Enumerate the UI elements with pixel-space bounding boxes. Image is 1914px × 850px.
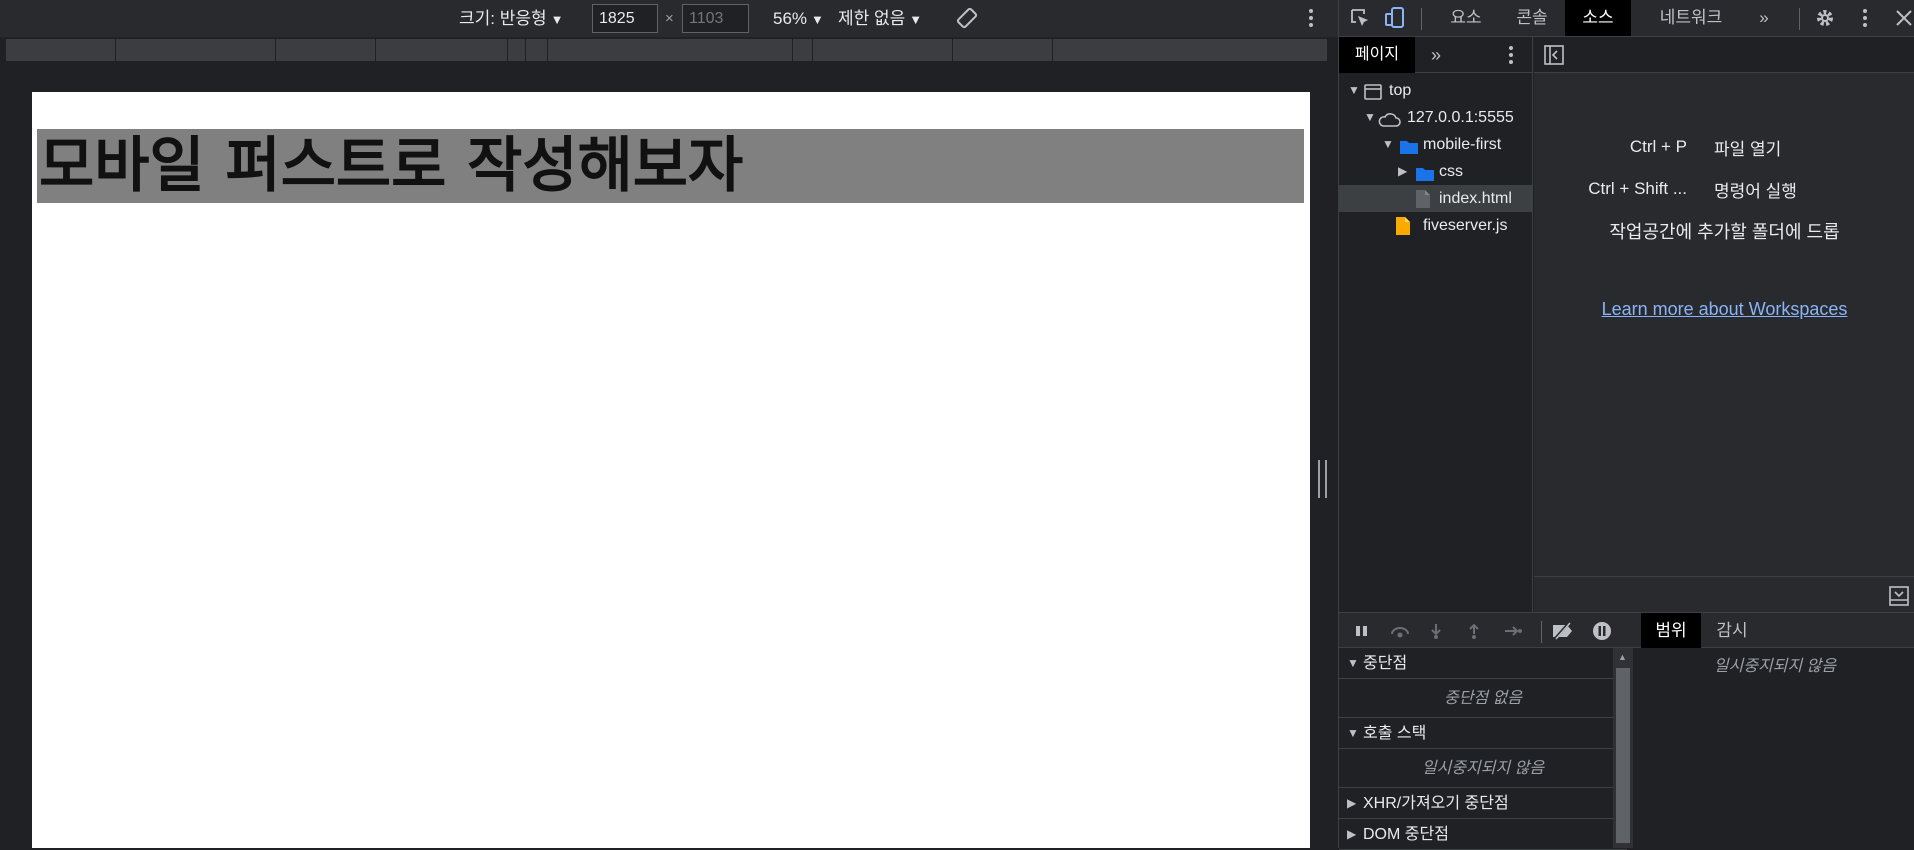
tab-sources[interactable]: 소스 <box>1565 0 1631 36</box>
section-title: 호출 스택 <box>1363 725 1427 742</box>
device-toolbar-more-icon[interactable] <box>1307 6 1315 30</box>
scroll-up-icon[interactable]: ▲ <box>1618 652 1627 662</box>
device-toolbar: 크기: 반응형▼ × 56%▼ 제한 없음▼ <box>0 0 1338 37</box>
media-query-ruler[interactable] <box>6 39 1328 61</box>
zoom-label: 56% <box>773 9 808 28</box>
tab-page[interactable]: 페이지 <box>1339 37 1415 73</box>
navigator-menu-icon[interactable] <box>1507 43 1515 67</box>
scope-pane: 일시중지되지 않음 <box>1635 648 1914 848</box>
navigator-header: 페이지 » <box>1339 37 1533 73</box>
tab-network[interactable]: 네트워크 <box>1635 0 1747 36</box>
tree-item-label: fiveserver.js <box>1423 217 1508 234</box>
expanded-triangle-icon: ▼ <box>1364 110 1376 124</box>
tree-item-mobile-first[interactable]: ▼ mobile-first <box>1339 131 1533 158</box>
debugger-sections: ▼ 중단점 중단점 없음 ▼ 호출 스택 일시중지되지 않음 ▶ XHR/가져오… <box>1339 648 1627 850</box>
collapsed-triangle-icon: ▶ <box>1347 827 1357 841</box>
editor-tabbar <box>1534 37 1914 73</box>
section-call-stack-header[interactable]: ▼ 호출 스택 <box>1339 718 1627 749</box>
collapsed-triangle-icon: ▶ <box>1347 796 1357 810</box>
tab-console[interactable]: 콘솔 <box>1499 0 1565 36</box>
workspace-drop-hint: 작업공간에 추가할 폴더에 드롭 <box>1609 222 1840 242</box>
expanded-triangle-icon: ▼ <box>1348 83 1360 97</box>
viewport-height-input[interactable] <box>682 4 749 33</box>
device-size-label: 크기: 반응형 <box>459 9 547 28</box>
throttle-select[interactable]: 제한 없음 ▼ <box>838 0 922 37</box>
step-over-icon[interactable] <box>1389 622 1409 640</box>
shortcut-open-file-keys: Ctrl + P <box>1629 137 1687 156</box>
viewport-resize-handle[interactable] <box>1318 460 1327 498</box>
script-file-icon <box>1395 216 1411 245</box>
sources-editor: Ctrl + P 파일 열기 Ctrl + Shift ... 명령어 실행 작… <box>1534 37 1914 612</box>
tree-item-fiveserver-js[interactable]: fiveserver.js <box>1339 212 1533 239</box>
call-stack-empty-message: 일시중지되지 않음 <box>1339 749 1627 788</box>
rotate-icon[interactable] <box>956 7 978 33</box>
viewport-width-input[interactable] <box>592 4 658 33</box>
dimension-separator: × <box>665 10 674 27</box>
editor-footer <box>1534 576 1914 612</box>
page-heading: 모바일 퍼스트로 작성해보자 <box>37 129 1304 203</box>
tree-item-label: index.html <box>1439 190 1512 207</box>
tab-elements[interactable]: 요소 <box>1433 0 1499 36</box>
shortcut-run-command-keys: Ctrl + Shift ... <box>1588 179 1687 198</box>
toolbar-divider <box>1799 8 1800 30</box>
tab-scope[interactable]: 범위 <box>1641 613 1701 648</box>
step-out-icon[interactable] <box>1465 622 1483 640</box>
tree-item-top[interactable]: ▼ top <box>1339 77 1533 104</box>
tree-item-css[interactable]: ▶ css <box>1339 158 1533 185</box>
collapsed-triangle-icon: ▶ <box>1398 164 1408 178</box>
inspect-element-icon[interactable] <box>1349 7 1371 33</box>
tree-item-label: 127.0.0.1:5555 <box>1407 109 1514 126</box>
device-toolbar-toggle-icon[interactable] <box>1383 6 1407 34</box>
throttle-label: 제한 없음 <box>838 9 906 28</box>
debugger-scrollbar[interactable]: ▲ <box>1613 648 1633 848</box>
pause-icon[interactable] <box>1353 622 1371 640</box>
tree-item-label: top <box>1389 82 1412 99</box>
emulated-page: 모바일 퍼스트로 작성해보자 <box>32 92 1310 848</box>
tab-watch[interactable]: 감시 <box>1701 613 1763 648</box>
zoom-select[interactable]: 56% ▼ <box>773 0 824 37</box>
toggle-debugger-icon[interactable] <box>1889 586 1909 610</box>
device-size-select[interactable]: 크기: 반응형 ▼ <box>459 0 564 37</box>
debugger-toolbar <box>1339 612 1639 648</box>
close-icon[interactable] <box>1894 8 1914 32</box>
section-title: DOM 중단점 <box>1363 826 1449 843</box>
toolbar-divider <box>1421 8 1422 30</box>
caret-down-icon: ▼ <box>811 12 824 27</box>
tree-item-label: css <box>1439 163 1463 180</box>
device-viewport-area: 크기: 반응형▼ × 56%▼ 제한 없음▼ 모바일 퍼스트로 작성해보자 <box>0 0 1338 848</box>
deactivate-breakpoints-icon[interactable] <box>1551 622 1577 640</box>
scope-empty-message: 일시중지되지 않음 <box>1713 658 1837 675</box>
devtools-tabbar: 요소 콘솔 소스 네트워크 » <box>1339 0 1914 37</box>
gear-icon[interactable] <box>1814 7 1836 33</box>
sidebar-tabs: 범위 감시 <box>1639 612 1914 648</box>
more-tabs-icon[interactable]: » <box>1747 0 1781 36</box>
tree-item-origin[interactable]: ▼ 127.0.0.1:5555 <box>1339 104 1533 131</box>
toolbar-divider <box>1541 621 1542 643</box>
caret-down-icon: ▼ <box>550 12 564 27</box>
toggle-navigator-icon[interactable] <box>1544 45 1564 69</box>
step-into-icon[interactable] <box>1427 622 1445 640</box>
tree-item-index-html[interactable]: index.html <box>1339 185 1533 212</box>
workspaces-learn-more-link[interactable]: Learn more about Workspaces <box>1534 299 1914 320</box>
devtools-more-icon[interactable] <box>1861 6 1869 30</box>
pause-on-exceptions-icon[interactable] <box>1591 622 1613 640</box>
shortcut-run-command-action: 명령어 실행 <box>1714 182 1797 201</box>
section-title: XHR/가져오기 중단점 <box>1363 795 1509 812</box>
expanded-triangle-icon: ▼ <box>1382 137 1394 151</box>
navigator-more-icon[interactable]: » <box>1431 37 1441 73</box>
scrollbar-thumb[interactable] <box>1616 668 1630 843</box>
expanded-triangle-icon: ▼ <box>1347 726 1359 740</box>
section-dom-breakpoints-header[interactable]: ▶ DOM 중단점 <box>1339 819 1627 850</box>
section-breakpoints-header[interactable]: ▼ 중단점 <box>1339 648 1627 679</box>
tree-item-label: mobile-first <box>1423 136 1502 153</box>
section-title: 중단점 <box>1363 655 1408 672</box>
section-xhr-breakpoints-header[interactable]: ▶ XHR/가져오기 중단점 <box>1339 788 1627 819</box>
step-icon[interactable] <box>1503 622 1522 640</box>
breakpoints-empty-message: 중단점 없음 <box>1339 679 1627 718</box>
sources-navigator: 페이지 » ▼ top ▼ 127.0.0.1:5555 ▼ mobile-fi… <box>1339 37 1533 612</box>
expanded-triangle-icon: ▼ <box>1347 656 1359 670</box>
shortcut-open-file-action: 파일 열기 <box>1714 140 1782 159</box>
caret-down-icon: ▼ <box>909 12 923 27</box>
